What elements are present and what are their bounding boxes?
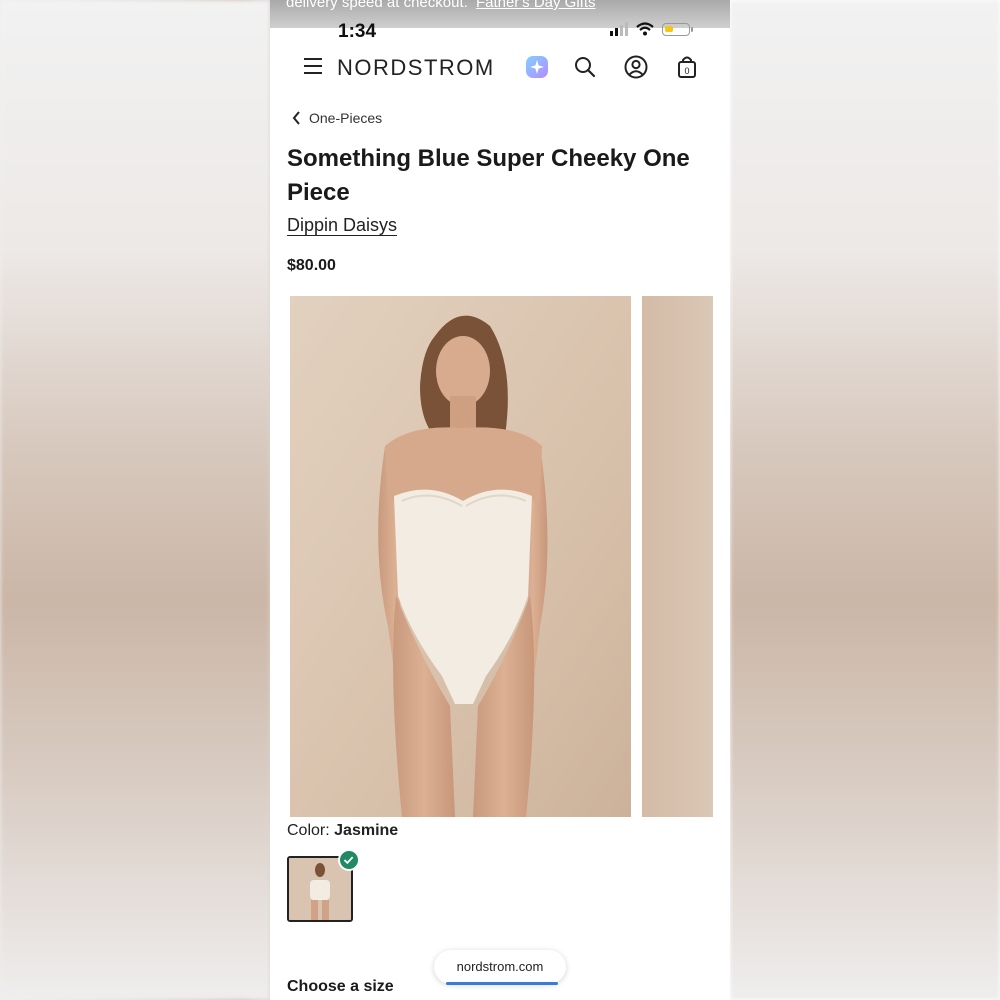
menu-icon[interactable] — [304, 58, 322, 79]
svg-text:0: 0 — [684, 66, 689, 76]
phone-screen: delivery speed at checkout. Father's Day… — [270, 0, 730, 1000]
chevron-left-icon — [292, 111, 300, 125]
brand-logo[interactable]: NORDSTROM — [337, 55, 495, 81]
status-time: 1:34 — [338, 21, 377, 42]
search-icon[interactable] — [572, 54, 598, 80]
blurred-background-right — [730, 0, 1000, 1000]
browser-url-pill[interactable]: nordstrom.com — [434, 950, 566, 984]
status-icons — [610, 22, 693, 36]
product-image[interactable] — [290, 296, 631, 817]
page-load-progress — [446, 982, 558, 985]
product-price: $80.00 — [287, 257, 336, 274]
selected-check-icon — [338, 849, 360, 871]
shopping-bag-icon[interactable]: 0 — [674, 54, 700, 80]
promo-link[interactable]: Father's Day Gifts — [476, 0, 596, 11]
account-icon[interactable] — [623, 54, 649, 80]
site-header: NORDSTROM 0 — [270, 50, 730, 86]
ai-sparkle-icon[interactable] — [524, 54, 550, 80]
wifi-icon — [636, 22, 654, 36]
breadcrumb[interactable]: One-Pieces — [292, 110, 382, 126]
breadcrumb-label: One-Pieces — [309, 110, 383, 126]
battery-icon — [662, 22, 693, 36]
promo-text: delivery speed at checkout. — [286, 0, 468, 11]
color-value: Jasmine — [334, 822, 399, 839]
blurred-background-left — [0, 0, 270, 1000]
brand-link[interactable]: Dippin Daisys — [287, 215, 397, 236]
color-label: Color: Jasmine — [287, 822, 398, 840]
signal-icon — [610, 22, 628, 36]
size-heading: Choose a size — [287, 978, 394, 995]
next-product-image[interactable] — [642, 296, 713, 817]
product-title: Something Blue Super Cheeky One Piece — [287, 145, 690, 206]
color-label-prefix: Color: — [287, 822, 330, 839]
